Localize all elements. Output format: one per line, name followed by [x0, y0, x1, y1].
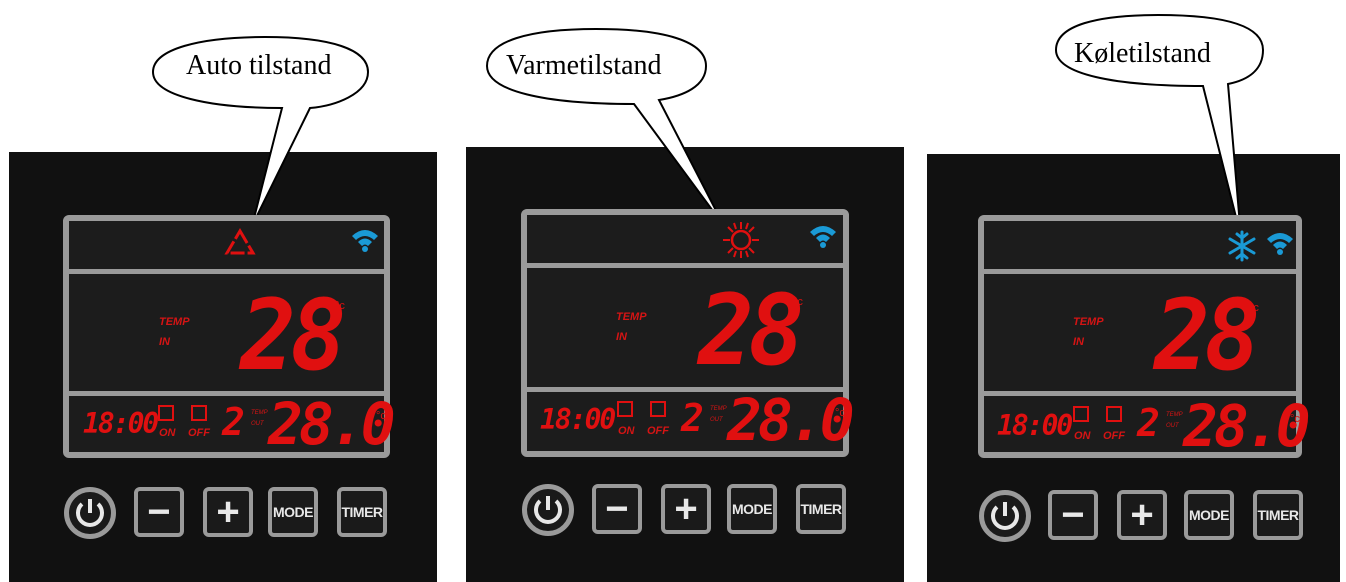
- plus-label: +: [216, 490, 240, 534]
- outdoor-temperature: 28.0: [268, 390, 396, 458]
- wifi-icon: [810, 226, 836, 248]
- power-button[interactable]: [64, 487, 116, 539]
- mode-label: MODE: [273, 504, 314, 520]
- temp-unit: °c: [1249, 302, 1259, 314]
- timer-on-icon: [158, 405, 174, 421]
- timer-on-label: ON: [618, 425, 635, 437]
- sun-icon: [723, 222, 759, 258]
- recycle-triangle-icon: [224, 228, 256, 255]
- temp-label: TEMP: [1073, 316, 1104, 328]
- lcd-divider-top: [527, 263, 843, 268]
- out-temp-label: TEMP: [251, 410, 268, 416]
- callout-text-auto: Auto tilstand: [186, 50, 332, 81]
- out-temp-unit: °c: [376, 410, 386, 422]
- temp-label: TEMP: [616, 311, 647, 323]
- out-label: OUT: [251, 421, 264, 427]
- plus-button[interactable]: +: [661, 484, 711, 534]
- timer-label: TIMER: [341, 504, 383, 520]
- outdoor-temperature: 28.0: [1183, 392, 1311, 460]
- timer-off-label: OFF: [1103, 430, 1125, 442]
- callout-text-heat: Varmetilstand: [506, 50, 662, 81]
- timer-button[interactable]: TIMER: [337, 487, 387, 537]
- power-button[interactable]: [522, 484, 574, 536]
- plus-button[interactable]: +: [1117, 490, 1167, 540]
- timer-number: 2: [222, 400, 245, 444]
- minus-button[interactable]: −: [1048, 490, 1098, 540]
- timer-off-icon: [1106, 406, 1122, 422]
- timer-number: 2: [681, 396, 704, 440]
- timer-label: TIMER: [800, 501, 842, 517]
- in-label: IN: [1073, 336, 1084, 348]
- timer-off-label: OFF: [188, 427, 210, 439]
- in-label: IN: [616, 331, 627, 343]
- timer-number: 2: [1137, 401, 1160, 445]
- mode-label: MODE: [1189, 507, 1230, 523]
- minus-button[interactable]: −: [134, 487, 184, 537]
- out-temp-unit: °c: [1290, 413, 1300, 425]
- plus-button[interactable]: +: [203, 487, 253, 537]
- out-temp-unit: °c: [835, 407, 845, 419]
- snowflake-icon: [1228, 230, 1256, 262]
- temp-label: TEMP: [159, 316, 190, 328]
- clock-display: 18:00: [83, 407, 159, 440]
- timer-off-icon: [650, 401, 666, 417]
- power-icon: [534, 496, 562, 524]
- callout-text-cool: Køletilstand: [1074, 38, 1211, 69]
- timer-on-icon: [617, 401, 633, 417]
- temp-unit: °c: [335, 300, 345, 312]
- out-label: OUT: [710, 417, 723, 423]
- in-label: IN: [159, 336, 170, 348]
- plus-label: +: [674, 487, 698, 531]
- timer-off-label: OFF: [647, 425, 669, 437]
- minus-label: −: [1061, 493, 1085, 537]
- power-icon: [76, 499, 104, 527]
- plus-label: +: [1130, 493, 1154, 537]
- mode-button[interactable]: MODE: [727, 484, 777, 534]
- timer-on-label: ON: [1074, 430, 1091, 442]
- wifi-icon: [352, 230, 378, 252]
- clock-display: 18:00: [997, 409, 1073, 442]
- minus-label: −: [605, 487, 629, 531]
- mode-button[interactable]: MODE: [268, 487, 318, 537]
- timer-on-icon: [1073, 406, 1089, 422]
- timer-button[interactable]: TIMER: [796, 484, 846, 534]
- indoor-temperature: 28: [1154, 279, 1260, 393]
- out-label: OUT: [1166, 423, 1179, 429]
- lcd-divider-top: [69, 269, 384, 274]
- minus-label: −: [147, 490, 171, 534]
- out-temp-label: TEMP: [1166, 412, 1183, 418]
- timer-button[interactable]: TIMER: [1253, 490, 1303, 540]
- power-button[interactable]: [979, 490, 1031, 542]
- timer-label: TIMER: [1257, 507, 1299, 523]
- power-icon: [991, 502, 1019, 530]
- timer-on-label: ON: [159, 427, 176, 439]
- timer-off-icon: [191, 405, 207, 421]
- temp-unit: °c: [793, 296, 803, 308]
- clock-display: 18:00: [540, 403, 616, 436]
- outdoor-temperature: 28.0: [727, 386, 855, 454]
- mode-button[interactable]: MODE: [1184, 490, 1234, 540]
- out-temp-label: TEMP: [710, 406, 727, 412]
- mode-label: MODE: [732, 501, 773, 517]
- indoor-temperature: 28: [240, 279, 346, 393]
- minus-button[interactable]: −: [592, 484, 642, 534]
- indoor-temperature: 28: [698, 274, 804, 388]
- wifi-icon: [1267, 233, 1293, 255]
- lcd-divider-top: [984, 269, 1296, 274]
